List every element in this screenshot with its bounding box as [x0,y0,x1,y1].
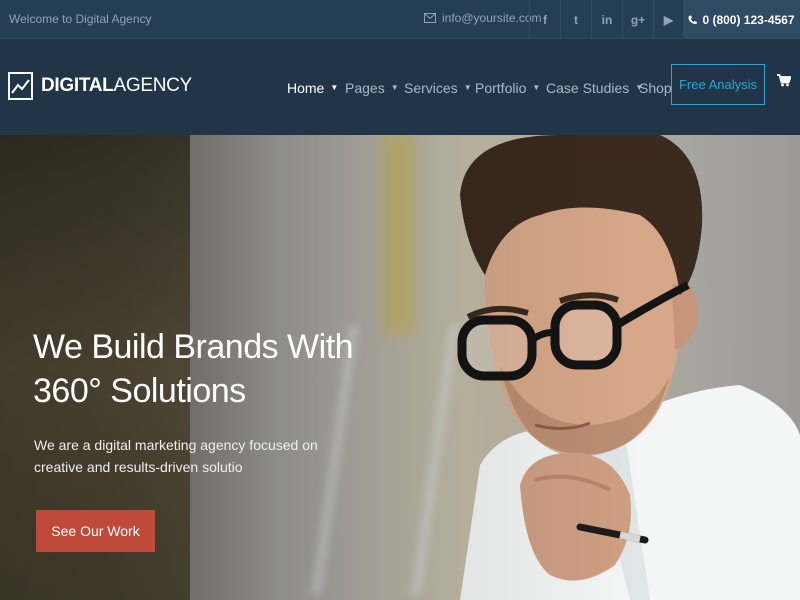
facebook-icon[interactable]: f [529,0,560,39]
chart-logo-icon [8,72,33,100]
caret-down-icon: ▼ [532,82,541,92]
hero-subtitle-line-2: creative and results-driven solutio [34,459,243,475]
free-analysis-button[interactable]: Free Analysis [671,64,765,105]
email-text: info@yoursite.com [442,11,542,25]
nav-pages[interactable]: Pages ▼ [345,80,399,96]
nav-home[interactable]: Home ▼ [287,80,338,96]
site-logo[interactable]: DIGITALAGENCY [8,72,192,100]
youtube-icon[interactable]: ▶ [653,0,684,39]
hero-section: We Build Brands With 360° Solutions We a… [0,135,800,600]
email-link[interactable]: info@yoursite.com [424,11,542,25]
twitter-icon[interactable]: t [560,0,591,39]
nav-services[interactable]: Services ▼ [404,80,472,96]
hero-title-line-1: We Build Brands With [33,328,354,366]
nav-shop-label: Shop [639,80,672,96]
phone-link[interactable]: 0 (800) 123-4567 [683,0,800,39]
cart-icon[interactable] [777,74,792,92]
top-bar: Welcome to Digital Agency info@yoursite.… [0,0,800,39]
linkedin-icon[interactable]: in [591,0,622,39]
hero-subtitle-line-1: We are a digital marketing agency focuse… [34,437,318,453]
see-our-work-button[interactable]: See Our Work [36,510,155,552]
nav-services-label: Services [404,80,458,96]
caret-down-icon: ▼ [390,82,399,92]
phone-icon [688,15,698,24]
logo-wordmark: DIGITALAGENCY [41,75,192,97]
envelope-icon [424,13,436,23]
logo-bold: DIGITAL [41,75,114,96]
hero-title: We Build Brands With 360° Solutions [33,325,363,413]
main-header: DIGITALAGENCY Home ▼ Pages ▼ Services ▼ Por… [0,40,800,135]
nav-portfolio-label: Portfolio [475,80,527,96]
hero-subtitle: We are a digital marketing agency focuse… [34,434,324,478]
nav-home-label: Home [287,80,325,96]
google-plus-icon[interactable]: g+ [622,0,653,39]
nav-case-studies[interactable]: Case Studies ▼ [546,80,643,96]
nav-pages-label: Pages [345,80,385,96]
hero-title-line-2: 360° Solutions [33,372,246,410]
nav-shop[interactable]: Shop [639,80,672,96]
caret-down-icon: ▼ [330,82,339,92]
caret-down-icon: ▼ [463,82,472,92]
nav-portfolio[interactable]: Portfolio ▼ [475,80,540,96]
nav-case-studies-label: Case Studies [546,80,630,96]
phone-number: 0 (800) 123-4567 [702,12,795,27]
welcome-text: Welcome to Digital Agency [9,12,152,26]
logo-light: AGENCY [113,75,192,96]
